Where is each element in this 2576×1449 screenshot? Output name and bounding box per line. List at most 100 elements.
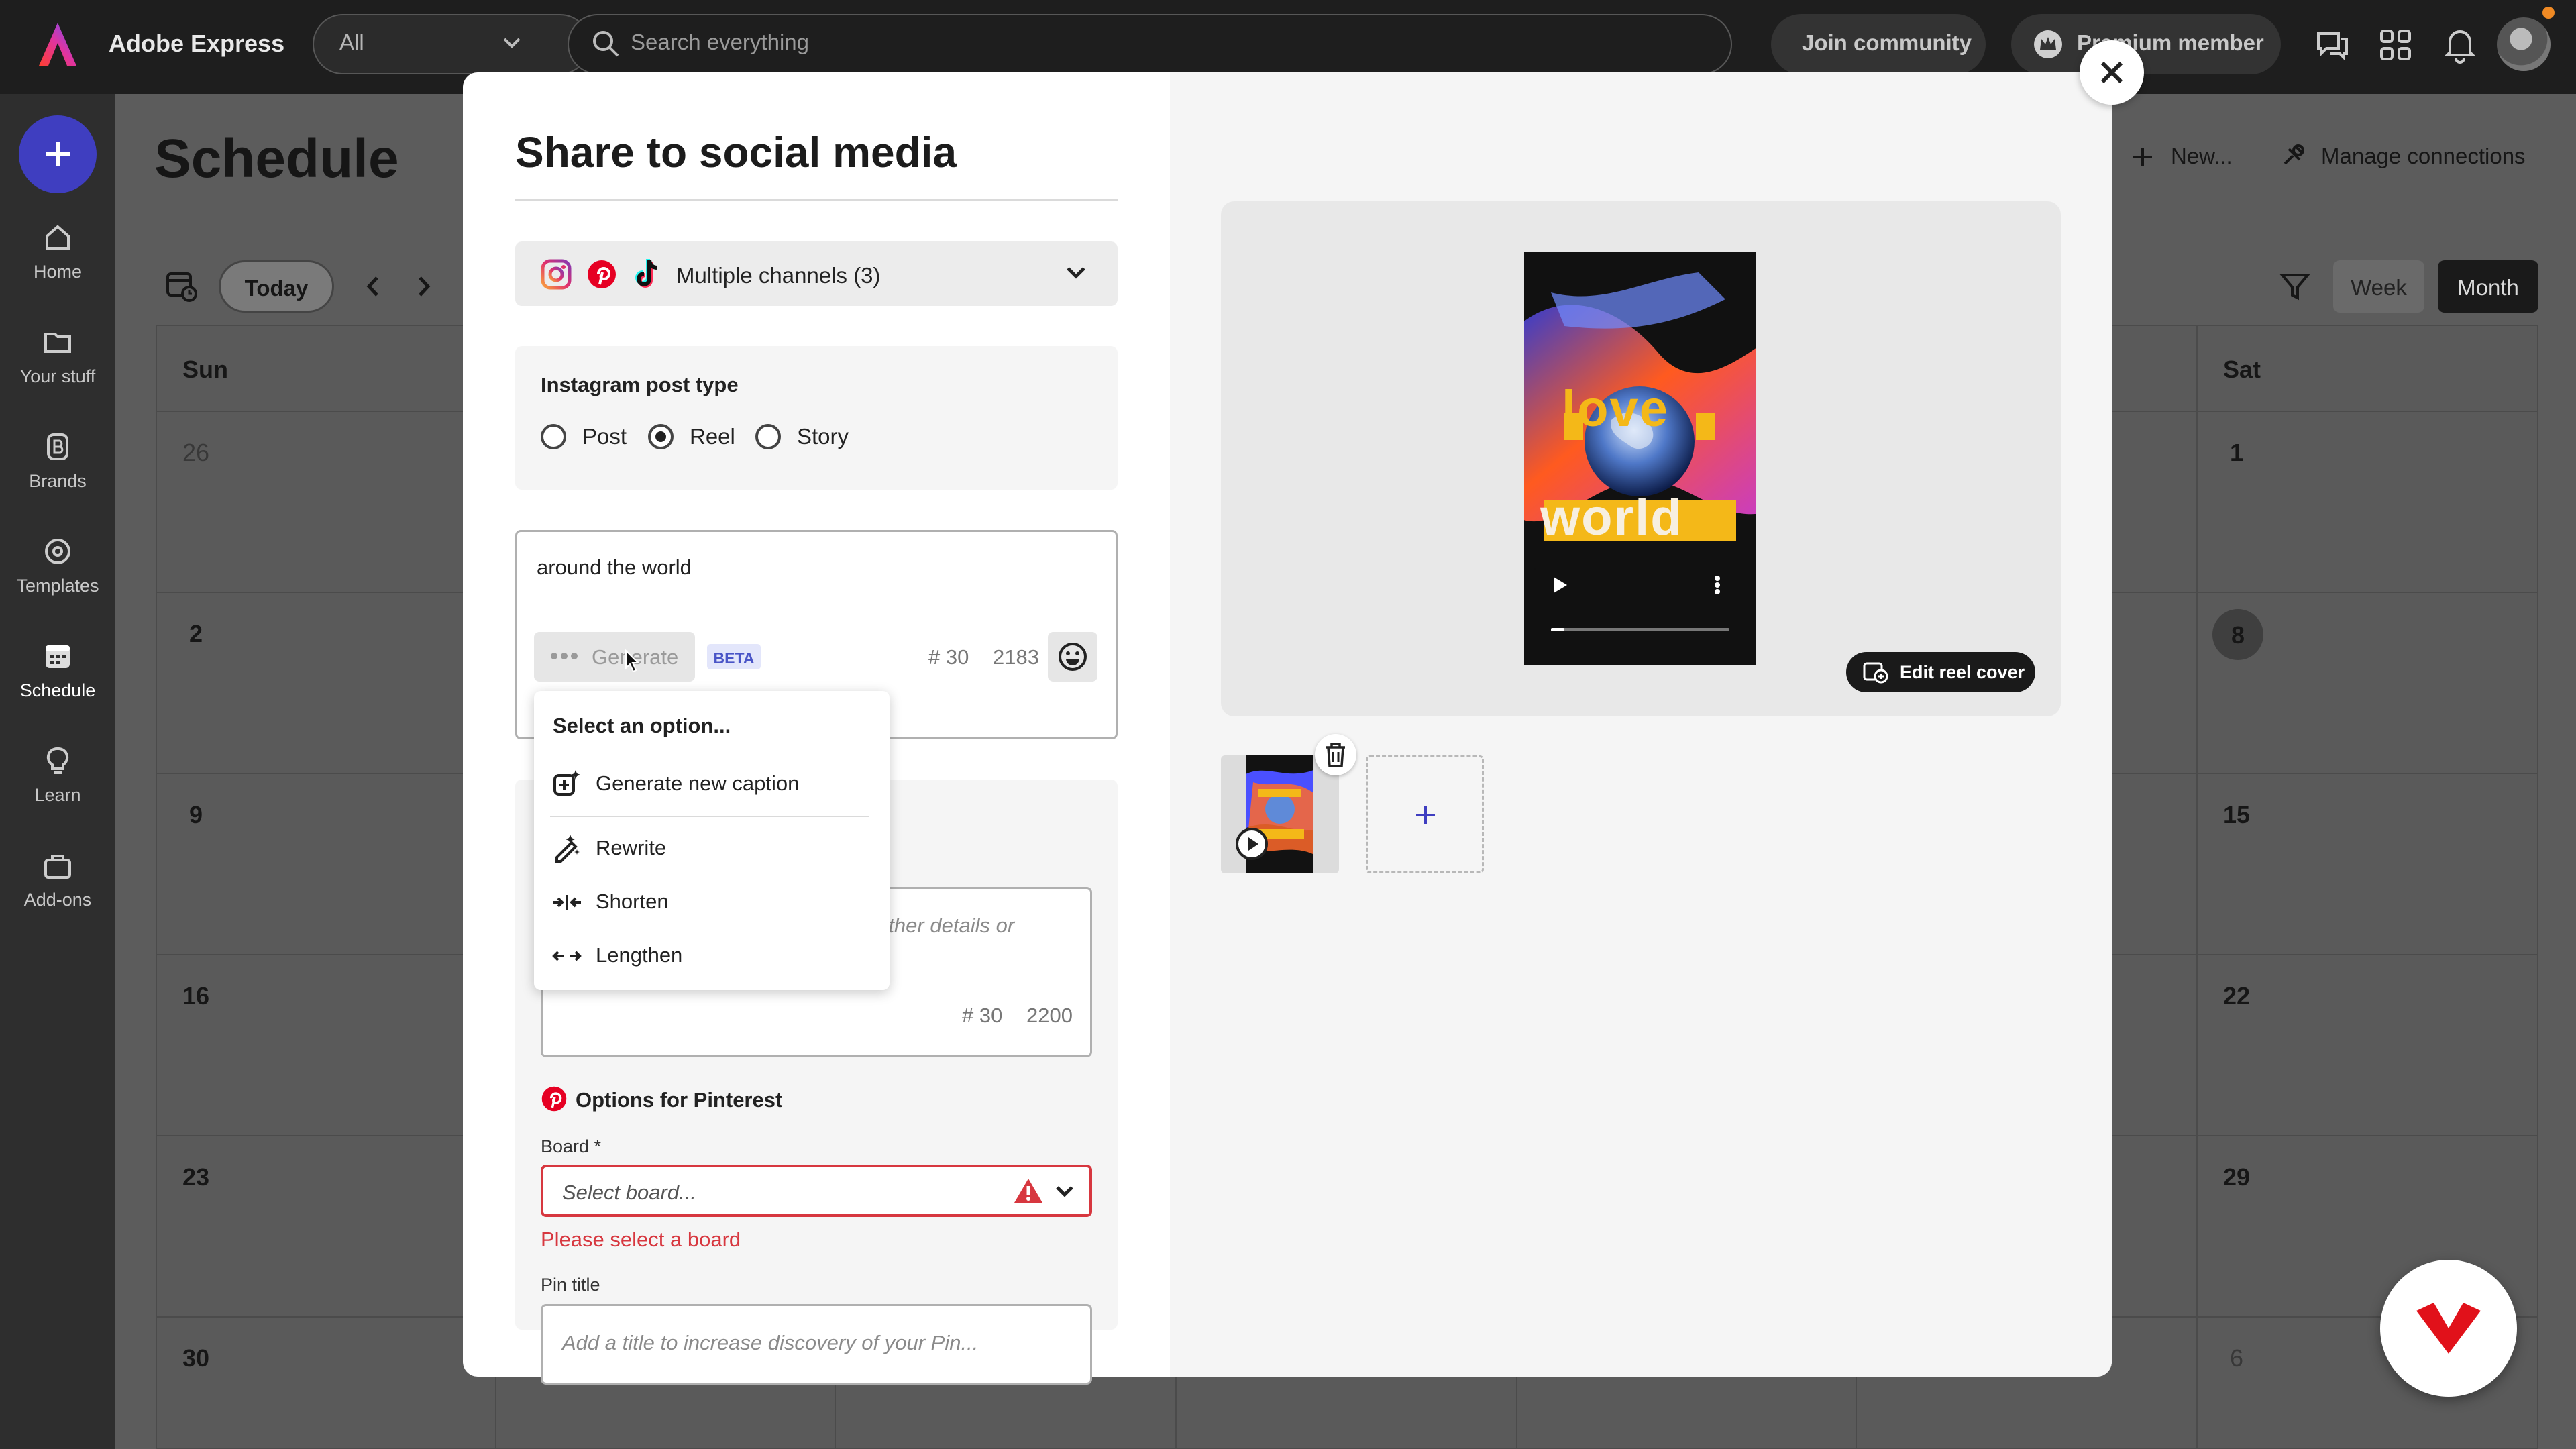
caption-text: around the world [537, 555, 692, 579]
more-dots-icon [551, 653, 578, 659]
pinterest-options-title: Options for Pinterest [576, 1088, 783, 1112]
premium-member-button[interactable]: Premium member [2011, 14, 2281, 74]
post-type-radio-post[interactable] [541, 424, 566, 449]
post-type-title: Instagram post type [541, 373, 739, 396]
rail-item-label: Templates [16, 576, 99, 596]
day-header-sat: Sat [2223, 356, 2261, 383]
calendar-picker-icon[interactable] [164, 268, 199, 303]
rail-item-schedule[interactable]: Schedule [0, 640, 115, 701]
calendar-date[interactable]: 9 [189, 801, 203, 829]
close-icon [2100, 61, 2123, 84]
chevron-left-icon[interactable] [362, 274, 384, 299]
post-type-label: Story [797, 424, 849, 449]
menu-item-shorten[interactable]: Shorten [596, 890, 669, 914]
menu-title: Select an option... [553, 714, 731, 737]
rail-item-templates[interactable]: Templates [0, 535, 115, 596]
app-logo-icon [2416, 1303, 2481, 1354]
calendar-date[interactable]: 2 [189, 620, 203, 648]
plus-icon [46, 142, 70, 166]
trash-icon [1326, 743, 1345, 767]
calendar-date[interactable]: 16 [182, 982, 209, 1010]
pin-title-placeholder: Add a title to increase discovery of you… [562, 1331, 979, 1354]
week-view-button[interactable]: Week [2333, 260, 2424, 313]
create-button[interactable] [19, 115, 97, 193]
pin-title-label: Pin title [541, 1275, 600, 1295]
emoji-button[interactable] [1048, 632, 1097, 682]
modal-title: Share to social media [515, 128, 957, 176]
notifications-bell-icon[interactable] [2442, 25, 2478, 64]
chevron-down-icon [503, 38, 521, 48]
menu-item-rewrite[interactable]: Rewrite [596, 836, 666, 860]
board-error-message: Please select a board [541, 1228, 741, 1251]
rail-item-label: Home [33, 262, 83, 282]
calendar-date[interactable]: 1 [2230, 439, 2243, 467]
pinterest-icon [588, 260, 616, 288]
rail-item-label: Add-ons [23, 890, 92, 910]
rail-item-your-stuff[interactable]: Your stuff [0, 326, 115, 387]
menu-item-generate-new-caption[interactable]: Generate new caption [596, 771, 799, 796]
rail-item-brands[interactable]: Brands [0, 431, 115, 492]
notification-dot [2542, 7, 2555, 19]
calendar-date[interactable]: 23 [182, 1163, 209, 1191]
page-title: Schedule [154, 128, 399, 189]
chevron-right-icon[interactable] [413, 274, 435, 299]
apps-grid-icon[interactable] [2377, 27, 2414, 63]
reel-preview-video[interactable]: love world [1524, 252, 1756, 665]
character-counter: 2200 [1026, 1004, 1073, 1027]
manage-connections-icon [2284, 144, 2304, 165]
adobe-express-logo-icon[interactable] [38, 20, 78, 68]
rail-item-home[interactable]: Home [0, 221, 115, 282]
calendar-date[interactable]: 6 [2230, 1344, 2243, 1373]
join-community-button[interactable]: Join community [1771, 14, 1986, 74]
poster-word-top: love [1562, 380, 1670, 437]
calendar-date[interactable]: 22 [2223, 982, 2250, 1010]
calendar-date[interactable]: 15 [2223, 801, 2250, 829]
menu-item-lengthen[interactable]: Lengthen [596, 943, 682, 967]
day-header-sun: Sun [182, 356, 228, 383]
join-community-label: Join community [1802, 30, 1972, 55]
channels-label: Multiple channels (3) [676, 263, 881, 288]
chat-icon[interactable] [2314, 27, 2351, 63]
rail-item-label: Schedule [19, 680, 96, 700]
templates-icon [45, 539, 70, 564]
assistant-fab-button[interactable] [2380, 1260, 2517, 1397]
hashtag-counter: # 30 [962, 1004, 1003, 1027]
user-avatar[interactable] [2497, 17, 2551, 71]
rail-item-label: Brands [29, 471, 87, 491]
month-view-button[interactable]: Month [2438, 260, 2538, 313]
calendar-date[interactable]: 8 [2231, 621, 2245, 649]
add-media-button[interactable] [1366, 755, 1484, 873]
today-label: Today [244, 276, 309, 301]
post-type-radio-reel[interactable] [648, 424, 674, 449]
search-placeholder: Search everything [631, 30, 809, 54]
week-label: Week [2351, 275, 2407, 300]
filter-icon[interactable] [2278, 270, 2312, 303]
reel-poster-image [1524, 252, 1756, 665]
media-thumbnail[interactable] [1221, 755, 1339, 873]
calendar-date[interactable]: 29 [2223, 1163, 2250, 1191]
post-type-section [515, 346, 1118, 490]
new-button[interactable]: New... [2171, 144, 2233, 169]
manage-connections-button[interactable]: Manage connections [2321, 144, 2526, 169]
calendar-icon [46, 645, 70, 668]
search-icon [593, 31, 619, 57]
pinterest-icon [541, 1086, 567, 1112]
post-type-radio-story[interactable] [755, 424, 781, 449]
delete-media-button[interactable] [1315, 734, 1356, 775]
close-button[interactable] [2080, 40, 2144, 105]
character-counter: 2183 [993, 645, 1039, 669]
rail-item-label: Learn [34, 785, 81, 805]
rail-item-learn[interactable]: Learn [0, 745, 115, 806]
today-button[interactable]: Today [219, 260, 334, 313]
rail-item-add-ons[interactable]: Add-ons [0, 849, 115, 910]
generate-caption-icon [553, 770, 580, 796]
app-name[interactable]: Adobe Express [109, 30, 284, 58]
board-label: Board * [541, 1136, 602, 1157]
instagram-icon [541, 259, 572, 290]
edit-reel-cover-button[interactable]: Edit reel cover [1846, 652, 2035, 692]
calendar-date[interactable]: 30 [182, 1344, 209, 1373]
calendar-date[interactable]: 26 [182, 439, 209, 467]
post-type-label: Reel [690, 424, 735, 449]
home-icon [46, 225, 70, 250]
lengthen-icon [552, 951, 582, 961]
